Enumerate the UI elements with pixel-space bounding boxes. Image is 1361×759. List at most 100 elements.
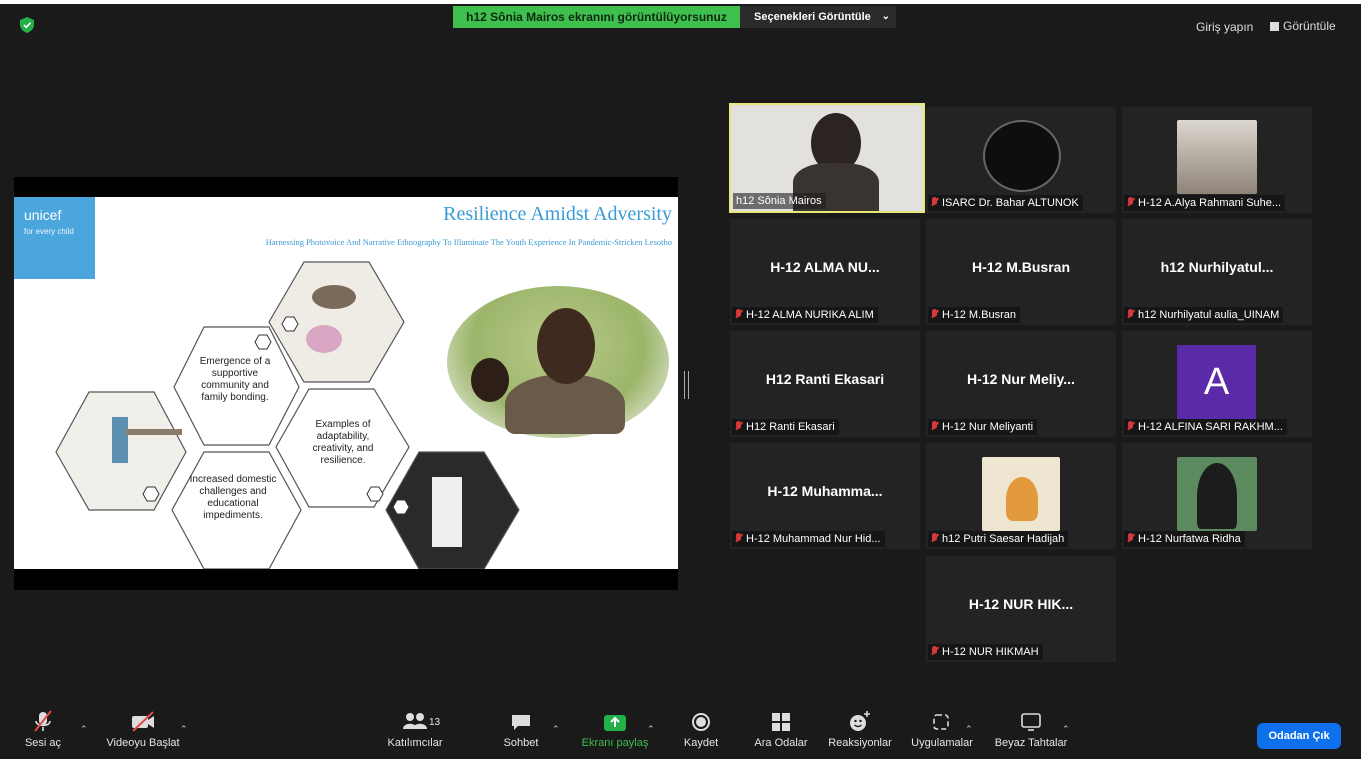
reactions-button[interactable]: Reaksiyonlar: [815, 708, 905, 749]
participant-tile-isarc[interactable]: ISARC Dr. Bahar ALTUNOK: [926, 107, 1116, 213]
start-video-label: Videoyu Başlat: [106, 737, 180, 749]
muted-mic-icon: [1127, 421, 1134, 431]
breakout-rooms-label: Ara Odalar: [754, 737, 808, 749]
view-options-label: Seçenekleri Görüntüle: [754, 11, 871, 23]
camera-off-icon: [132, 711, 154, 732]
participant-name: h12 Sônia Mairos: [733, 193, 826, 209]
muted-mic-icon: [931, 533, 938, 543]
participant-name: ISARC Dr. Bahar ALTUNOK: [942, 197, 1079, 209]
leave-meeting-button[interactable]: Odadan Çık: [1257, 723, 1341, 749]
participant-name: H-12 ALFINA SARI RAKHM...: [1138, 421, 1283, 433]
breakout-rooms-button[interactable]: Ara Odalar: [736, 708, 826, 749]
whiteboard-icon: [1021, 713, 1041, 731]
people-icon: [403, 713, 427, 729]
emoji-plus-icon: [850, 711, 870, 731]
muted-mic-icon: [931, 421, 938, 431]
chat-options-caret[interactable]: ⌃: [552, 724, 560, 735]
participant-display-name: H-12 NUR HIK...: [968, 596, 1074, 612]
participant-name: H-12 Nurfatwa Ridha: [1138, 533, 1241, 545]
woman-photo: [447, 286, 669, 438]
participant-tile-alma[interactable]: H-12 ALMA NU... H-12 ALMA NURIKA ALIM: [730, 219, 920, 325]
muted-mic-icon: [1127, 533, 1134, 543]
hex-increased-text: Increased domestic challenges and educat…: [189, 474, 277, 521]
top-border: [0, 0, 1361, 4]
participant-name: H-12 M.Busran: [942, 309, 1016, 321]
view-label: Görüntüle: [1283, 19, 1336, 33]
mic-off-icon: [34, 710, 52, 732]
video-options-caret[interactable]: ⌃: [180, 724, 188, 735]
meeting-toolbar: Sesi aç ⌃ Videoyu Başlat ⌃ 13 Katılımcıl…: [0, 708, 1361, 759]
record-icon: [692, 713, 710, 731]
participant-name: H-12 Nur Meliyanti: [942, 421, 1034, 433]
whiteboards-label: Beyaz Tahtalar: [994, 737, 1068, 749]
participant-display-name: H-12 Muhamma...: [767, 483, 883, 499]
profile-photo: [1177, 120, 1257, 194]
participant-display-name: H-12 Nur Meliy...: [967, 371, 1075, 387]
participant-tile-alfina[interactable]: A H-12 ALFINA SARI RAKHM...: [1122, 331, 1312, 437]
participant-name: H-12 Muhammad Nur Hid...: [746, 533, 881, 545]
record-button[interactable]: Kaydet: [656, 708, 746, 749]
audio-options-caret[interactable]: ⌃: [80, 724, 88, 735]
participant-name: H-12 A.Alya Rahmani Suhe...: [1138, 197, 1282, 209]
participant-display-name: H-12 M.Busran: [971, 259, 1071, 275]
muted-mic-icon: [1127, 197, 1134, 207]
isarc-logo: [983, 120, 1061, 192]
muted-mic-icon: [735, 309, 742, 319]
apps-button[interactable]: Uygulamalar: [897, 708, 987, 749]
participant-tile-putri[interactable]: h12 Putri Saesar Hadijah: [926, 443, 1116, 549]
breakout-rooms-icon: [772, 713, 790, 731]
participant-tile-nurhilyatul[interactable]: h12 Nurhilyatul... h12 Nurhilyatul aulia…: [1122, 219, 1312, 325]
participant-tile-meliyanti[interactable]: H-12 Nur Meliy... H-12 Nur Meliyanti: [926, 331, 1116, 437]
shared-screen: unicef for every child Resilience Amidst…: [14, 177, 678, 590]
hex-examples-text: Examples of adaptability, creativity, an…: [312, 419, 374, 466]
participant-name: H12 Ranti Ekasari: [746, 421, 835, 433]
share-screen-label: Ekranı paylaş: [581, 737, 649, 749]
participants-button[interactable]: 13 Katılımcılar: [370, 708, 460, 749]
participant-tile-busran[interactable]: H-12 M.Busran H-12 M.Busran: [926, 219, 1116, 325]
participant-tile-muhammad[interactable]: H-12 Muhamma... H-12 Muhammad Nur Hid...: [730, 443, 920, 549]
share-options-caret[interactable]: ⌃: [647, 724, 655, 735]
whiteboard-options-caret[interactable]: ⌃: [1062, 724, 1070, 735]
apps-icon: [933, 714, 949, 730]
apps-label: Uygulamalar: [911, 737, 973, 749]
apps-options-caret[interactable]: ⌃: [965, 724, 973, 735]
share-arrow-icon: [604, 715, 626, 731]
muted-mic-icon: [931, 646, 938, 656]
security-shield-icon[interactable]: [20, 17, 34, 33]
participant-display-name: H-12 ALMA NU...: [770, 259, 880, 275]
participant-tile-sonia[interactable]: h12 Sônia Mairos: [729, 103, 925, 213]
hex-emergence-text: Emergence of a supportive community and …: [199, 356, 271, 403]
participant-tile-alya[interactable]: H-12 A.Alya Rahmani Suhe...: [1122, 107, 1312, 213]
start-video-button[interactable]: Videoyu Başlat: [98, 708, 188, 749]
unmute-label: Sesi aç: [24, 737, 62, 749]
grid-view-icon: [1270, 22, 1279, 31]
muted-mic-icon: [931, 197, 938, 207]
participant-name: h12 Nurhilyatul aulia_UINAM: [1138, 309, 1280, 321]
view-button[interactable]: Görüntüle: [1270, 19, 1336, 33]
participants-label: Katılımcılar: [387, 737, 443, 749]
view-options-button[interactable]: Seçenekleri Görüntüle ⌄: [740, 6, 896, 28]
participant-name: H-12 NUR HIKMAH: [942, 646, 1039, 658]
participant-name: h12 Putri Saesar Hadijah: [942, 533, 1065, 545]
chat-icon: [512, 715, 530, 730]
muted-mic-icon: [735, 533, 742, 543]
muted-mic-icon: [1127, 309, 1134, 319]
avatar: A: [1177, 345, 1256, 419]
participant-tile-ranti[interactable]: H12 Ranti Ekasari H12 Ranti Ekasari: [730, 331, 920, 437]
muted-mic-icon: [931, 309, 938, 319]
muted-mic-icon: [735, 421, 742, 431]
chat-label: Sohbet: [503, 737, 539, 749]
presentation-slide: unicef for every child Resilience Amidst…: [14, 197, 678, 569]
participant-tile-hikmah[interactable]: H-12 NUR HIK... H-12 NUR HIKMAH: [926, 556, 1116, 662]
participants-count: 13: [429, 717, 441, 728]
reactions-label: Reaksiyonlar: [828, 737, 892, 749]
chevron-down-icon: ⌄: [881, 11, 890, 22]
unmute-button[interactable]: Sesi aç: [8, 708, 78, 749]
login-link[interactable]: Giriş yapın: [1196, 20, 1253, 34]
record-label: Kaydet: [683, 737, 719, 749]
split-handle[interactable]: [684, 371, 689, 399]
participant-tile-nurfatwa[interactable]: H-12 Nurfatwa Ridha: [1122, 443, 1312, 549]
screen-share-banner: h12 Sônia Mairos ekranını görüntülüyorsu…: [453, 6, 740, 28]
participant-display-name: h12 Nurhilyatul...: [1160, 259, 1274, 275]
participant-name: H-12 ALMA NURIKA ALIM: [746, 309, 874, 321]
